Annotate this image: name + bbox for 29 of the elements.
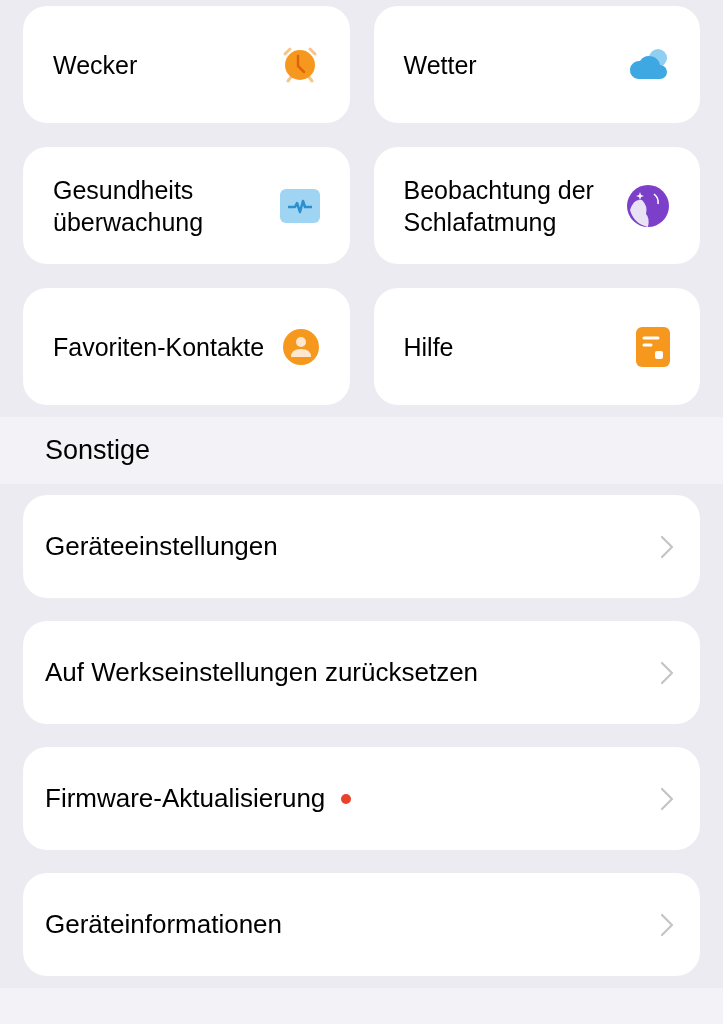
feature-tile[interactable]: Hilfe xyxy=(373,288,700,405)
chevron-right-icon xyxy=(660,786,674,811)
person-icon xyxy=(281,327,320,366)
feature-tile[interactable]: Wetter xyxy=(373,6,700,123)
settings-row[interactable]: Auf Werkseinstellungen zurücksetzen xyxy=(23,621,700,724)
settings-row[interactable]: Geräteeinstellungen xyxy=(23,495,700,598)
feature-tile[interactable]: Beobachtung der Schlafatmung xyxy=(373,147,700,264)
tile-label: Gesundheits überwachung xyxy=(53,174,205,238)
row-label: Auf Werkseinstellungen zurücksetzen xyxy=(45,656,479,689)
chevron-right-icon xyxy=(660,912,674,937)
settings-row[interactable]: Geräteinformationen xyxy=(23,873,700,976)
tile-label: Beobachtung der Schlafatmung xyxy=(403,174,595,238)
document-icon xyxy=(636,326,670,367)
tile-label: Wecker xyxy=(53,49,138,81)
feature-tile[interactable]: Gesundheits überwachung xyxy=(23,147,350,264)
settings-row[interactable]: Firmware-Aktualisierung xyxy=(23,747,700,850)
row-label: Geräteinformationen xyxy=(45,908,283,941)
row-label: Geräteeinstellungen xyxy=(45,530,278,563)
chevron-right-icon xyxy=(660,660,674,685)
row-label: Firmware-Aktualisierung xyxy=(45,782,326,815)
tile-label: Favoriten-Kontakte xyxy=(53,331,265,363)
tile-label: Wetter xyxy=(403,49,477,81)
chevron-right-icon xyxy=(660,534,674,559)
section-title: Sonstige xyxy=(45,434,151,468)
feature-tile[interactable]: Favoriten-Kontakte xyxy=(23,288,350,405)
feature-tile[interactable]: Wecker xyxy=(23,6,350,123)
heartbeat-icon xyxy=(279,188,320,223)
tile-label: Hilfe xyxy=(403,331,454,363)
moon-sleep-icon xyxy=(626,183,670,228)
